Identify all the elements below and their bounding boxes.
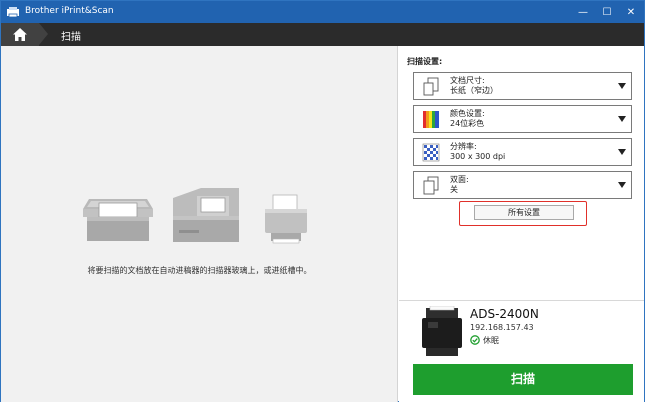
flatbed-scanner-icon xyxy=(83,199,153,241)
document-size-icon xyxy=(423,77,439,96)
app-icon xyxy=(7,7,19,18)
document-size-value: 长纸（窄边） xyxy=(450,86,498,95)
scan-button[interactable]: 扫描 xyxy=(413,364,633,395)
minimize-button[interactable]: — xyxy=(573,1,593,23)
device-status: 休眠 xyxy=(483,336,499,345)
maximize-button[interactable]: ☐ xyxy=(597,1,617,23)
color-setting-value: 24位彩色 xyxy=(450,119,485,128)
home-button[interactable] xyxy=(1,23,48,46)
resolution-value: 300 x 300 dpi xyxy=(450,152,506,161)
device-name: ADS-2400N xyxy=(470,307,539,321)
close-button[interactable]: ✕ xyxy=(621,1,641,23)
title-bar: Brother iPrint&Scan — ☐ ✕ xyxy=(1,1,644,23)
scanner-device-image xyxy=(422,306,462,356)
chevron-down-icon xyxy=(618,149,626,155)
scan-instruction-text: 将要扫描的文档放在自动进稿器的扫描器玻璃上，或进纸槽中。 xyxy=(87,266,312,275)
duplex-value: 关 xyxy=(450,185,458,194)
scan-settings-header: 扫描设置: xyxy=(407,57,443,66)
status-ok-icon xyxy=(470,335,480,345)
document-size-dropdown[interactable]: 文档尺寸: 长纸（窄边） xyxy=(413,72,632,100)
scan-preview-pane: 将要扫描的文档放在自动进稿器的扫描器玻璃上，或进纸槽中。 xyxy=(1,46,398,402)
divider xyxy=(399,300,644,301)
document-size-label: 文档尺寸: xyxy=(450,76,485,85)
resolution-label: 分辨率: xyxy=(450,142,477,151)
duplex-icon xyxy=(423,176,439,195)
color-setting-label: 颜色设置: xyxy=(450,109,485,118)
duplex-dropdown[interactable]: 双面: 关 xyxy=(413,171,632,199)
resolution-icon xyxy=(422,143,440,162)
chevron-down-icon xyxy=(618,83,626,89)
home-icon xyxy=(13,28,27,41)
window-title: Brother iPrint&Scan xyxy=(25,6,114,16)
settings-pane: 扫描设置: 文档尺寸: 长纸（窄边） 颜色设置: 24位彩色 分辨率: 300 … xyxy=(399,46,644,402)
device-ip: 192.168.157.43 xyxy=(470,323,534,332)
chevron-down-icon xyxy=(618,182,626,188)
color-setting-dropdown[interactable]: 颜色设置: 24位彩色 xyxy=(413,105,632,133)
all-settings-button[interactable]: 所有设置 xyxy=(474,205,574,220)
document-feeder-icon xyxy=(265,194,307,244)
nav-bar: 扫描 xyxy=(1,23,644,46)
adf-scanner-icon xyxy=(173,188,239,242)
app-window: Brother iPrint&Scan — ☐ ✕ 扫描 将要扫描的文档放在自动… xyxy=(0,0,645,402)
color-icon xyxy=(423,111,439,128)
chevron-down-icon xyxy=(618,116,626,122)
duplex-label: 双面: xyxy=(450,175,469,184)
page-title: 扫描 xyxy=(61,32,81,43)
resolution-dropdown[interactable]: 分辨率: 300 x 300 dpi xyxy=(413,138,632,166)
